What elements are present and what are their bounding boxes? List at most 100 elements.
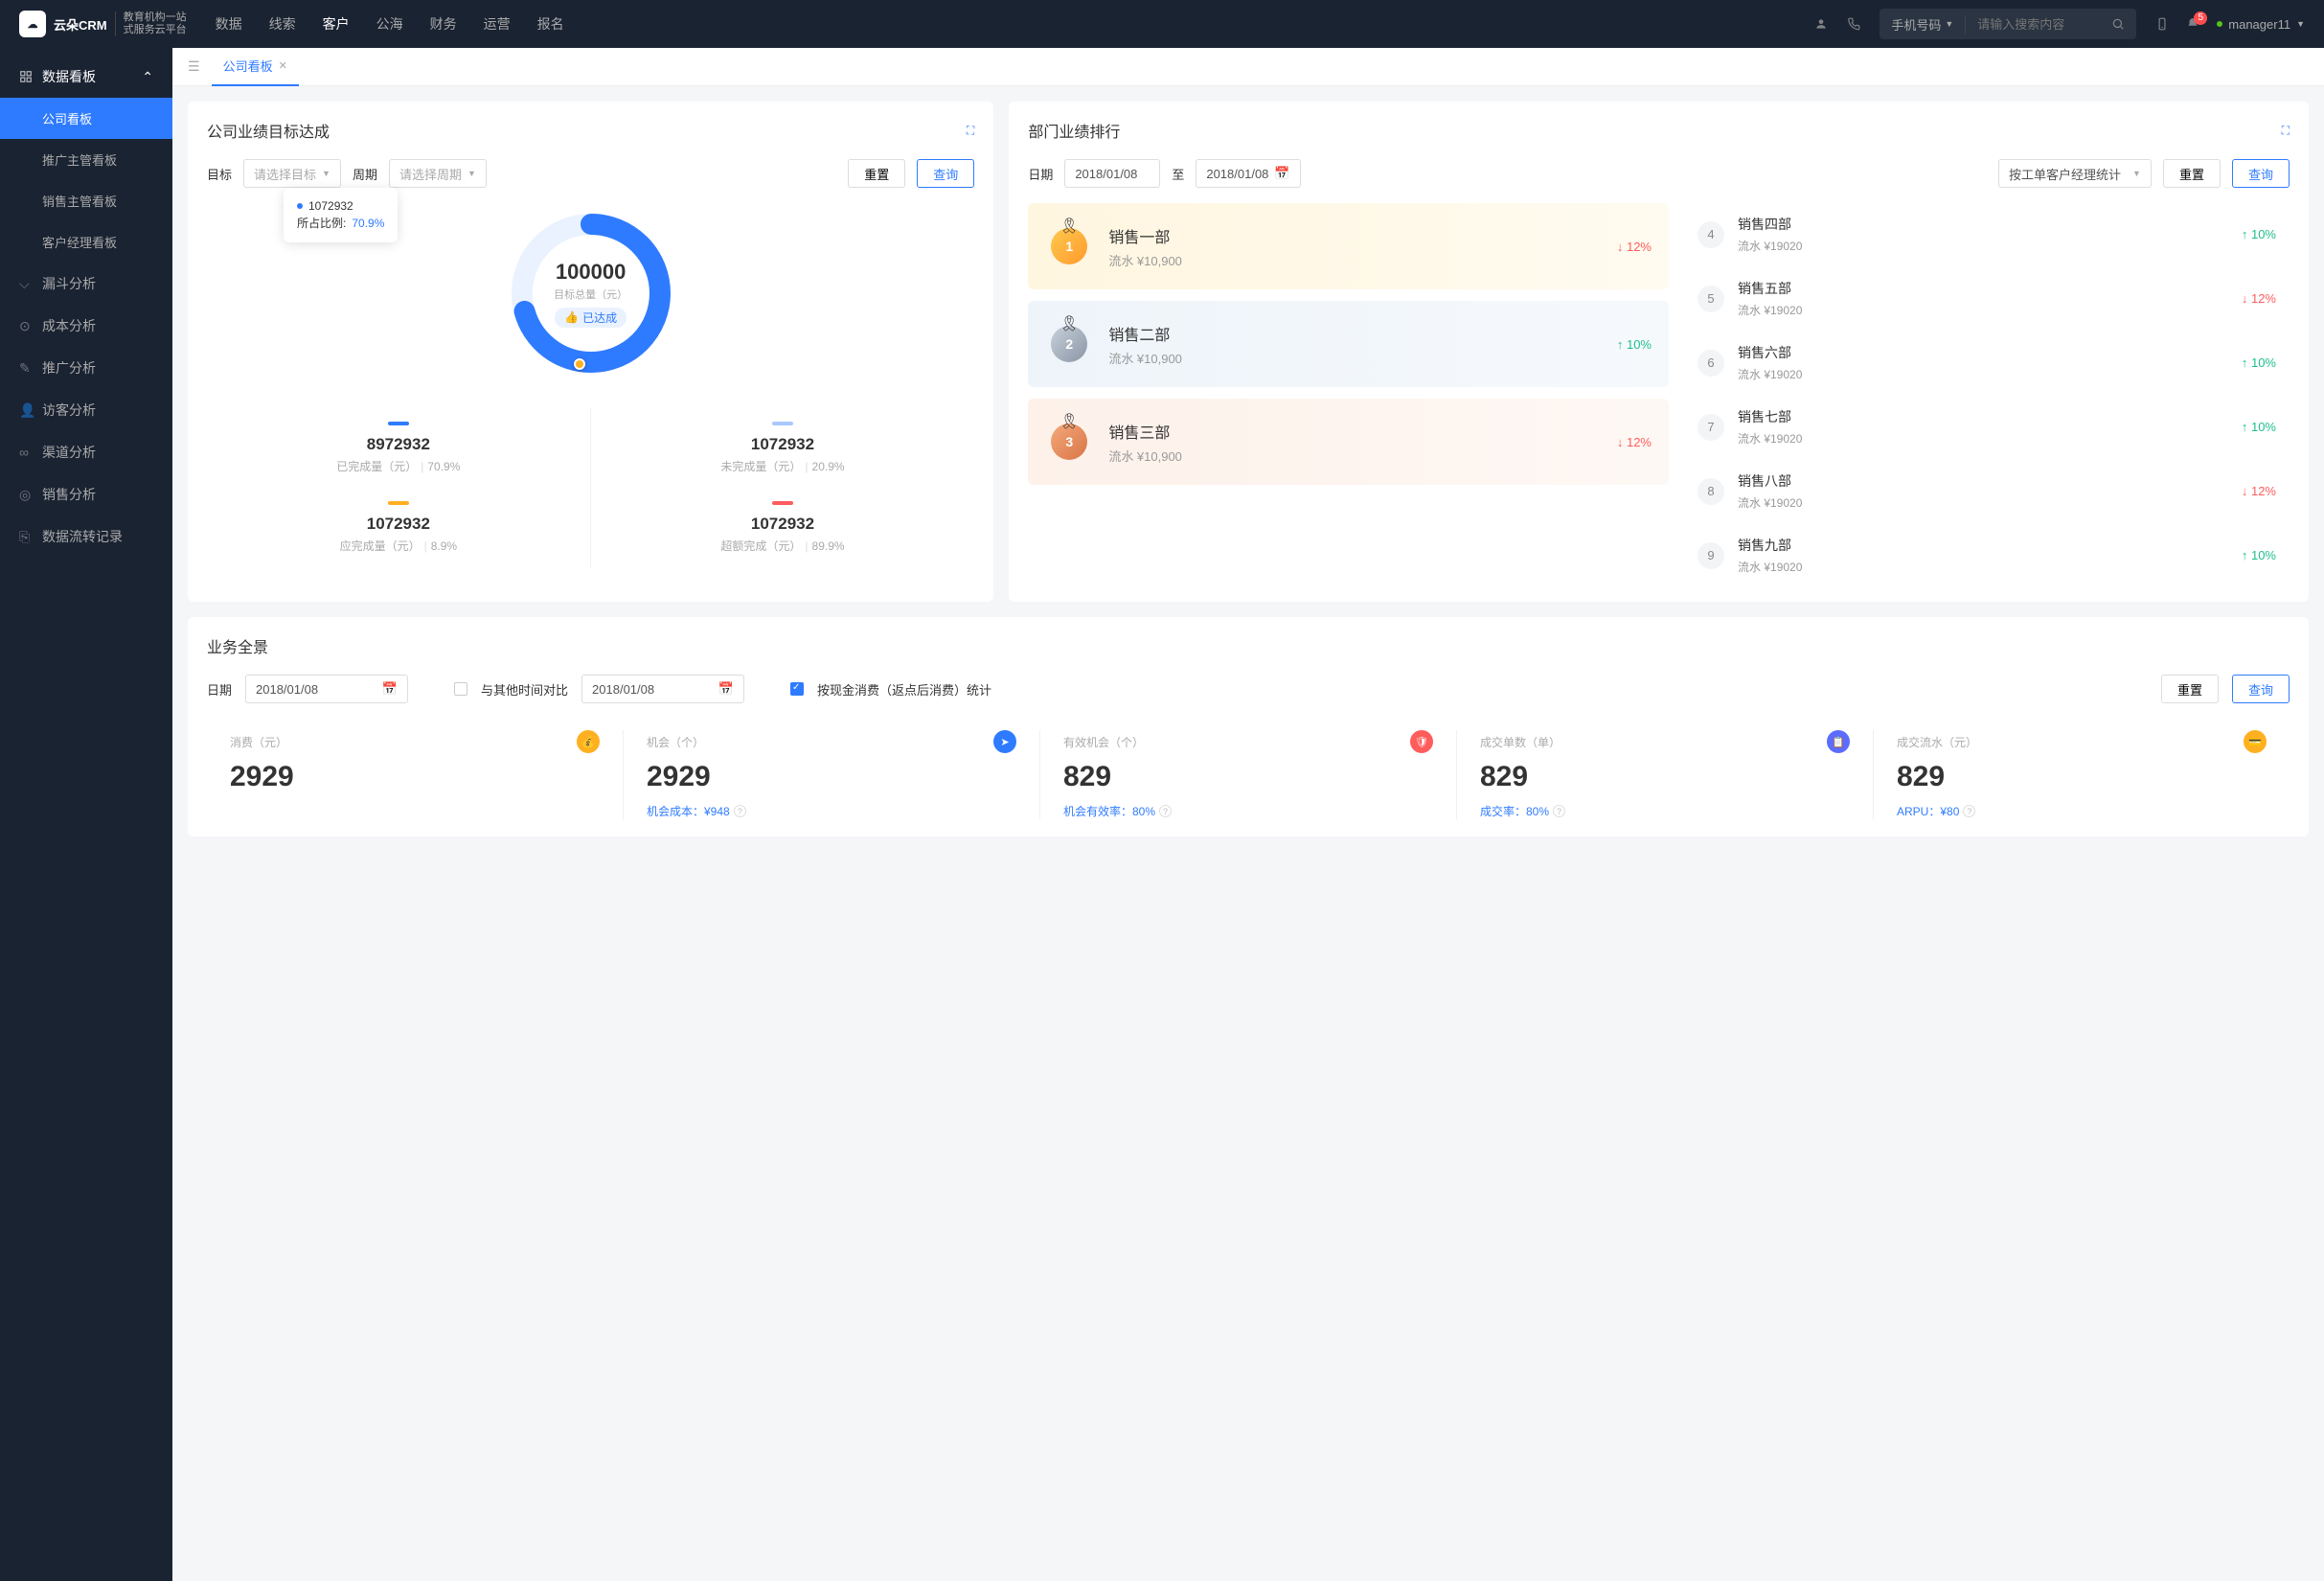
close-icon[interactable]: ✕: [279, 59, 287, 72]
reset-button[interactable]: 重置: [2161, 675, 2219, 703]
help-icon[interactable]: ?: [1553, 805, 1565, 817]
rank-list-item[interactable]: 7销售七部流水 ¥19020↑ 10%: [1684, 398, 2290, 456]
phone-icon[interactable]: [1847, 17, 1860, 31]
notification-icon[interactable]: 5: [2186, 17, 2199, 31]
rank-list-item[interactable]: 8销售八部流水 ¥19020↓ 12%: [1684, 462, 2290, 520]
sidebar-sub-item[interactable]: 客户经理看板: [0, 221, 172, 263]
help-icon[interactable]: ?: [734, 805, 746, 817]
rank-top-item[interactable]: 🎗3销售三部流水 ¥10,900↓ 12%: [1028, 399, 1669, 485]
rank-top-item[interactable]: 🎗2销售二部流水 ¥10,900↑ 10%: [1028, 301, 1669, 387]
rank-list-item[interactable]: 4销售四部流水 ¥19020↑ 10%: [1684, 205, 2290, 264]
rank-list-item[interactable]: 6销售六部流水 ¥19020↑ 10%: [1684, 333, 2290, 392]
main-area: ☰ 公司看板 ✕ 公司业绩目标达成 ⛶ 目标: [172, 48, 2324, 1581]
user-icon[interactable]: [1814, 17, 1828, 31]
topbar: ☁ 云朵CRM 教育机构一站 式服务云平台 数据 线索 客户 公海 财务 运营 报名 手机号…: [0, 0, 2324, 48]
metric-icon: 💰: [577, 730, 600, 753]
compare-checkbox[interactable]: [454, 682, 467, 696]
search-type-select[interactable]: 手机号码▼: [1880, 15, 1966, 34]
rank-top-item[interactable]: 🎗1销售一部流水 ¥10,900↓ 12%: [1028, 203, 1669, 289]
group-by-select[interactable]: 按工单客户经理统计▼: [1998, 159, 2152, 188]
rank-list-item[interactable]: 5销售五部流水 ¥19020↓ 12%: [1684, 269, 2290, 328]
medal-icon: 🎗3: [1045, 418, 1093, 466]
nav-item[interactable]: 客户: [323, 14, 350, 34]
metric-icon: 🛡: [1410, 730, 1433, 753]
donut-total: 100000: [556, 260, 626, 285]
metric-icon: 💳: [2244, 730, 2267, 753]
logo[interactable]: ☁ 云朵CRM 教育机构一站 式服务云平台: [19, 11, 187, 37]
date-input-2[interactable]: 2018/01/08📅: [581, 675, 744, 703]
metric-label: 成交单数（单）: [1480, 734, 1561, 750]
status-dot: [2217, 21, 2222, 27]
sidebar-item[interactable]: ∞渠道分析: [0, 431, 172, 473]
sidebar-item[interactable]: ⊙成本分析: [0, 305, 172, 347]
metric-icon: 📋: [1827, 730, 1850, 753]
nav-item[interactable]: 数据: [216, 14, 242, 34]
sidebar-sub-item[interactable]: 公司看板: [0, 98, 172, 139]
rank-number: 4: [1697, 221, 1724, 248]
sidebar-group-dashboard[interactable]: 数据看板 ⌃: [0, 56, 172, 98]
goal-card: 公司业绩目标达成 ⛶ 目标 请选择目标▼ 周期 请选择周期▼ 重置 查询: [188, 102, 993, 602]
sidebar-item[interactable]: ⌵漏斗分析: [0, 263, 172, 305]
metric-sub: 机会成本：¥948 ?: [647, 803, 1016, 819]
rank-change: ↑ 10%: [2242, 548, 2276, 562]
search-button[interactable]: [2100, 17, 2136, 31]
metric-value: 2929: [230, 761, 600, 793]
medal-icon: 🎗1: [1045, 222, 1093, 270]
expand-icon[interactable]: ⛶: [967, 124, 974, 138]
menu-toggle-icon[interactable]: ☰: [188, 58, 200, 75]
sidebar-icon: ✎: [19, 360, 33, 377]
mobile-icon[interactable]: [2155, 17, 2169, 31]
sidebar-sub-item[interactable]: 推广主管看板: [0, 139, 172, 180]
metric-item: 消费（元） 💰 2929: [207, 730, 623, 819]
logo-brand: 云朵CRM: [54, 15, 107, 34]
ranking-title: 部门业绩排行: [1028, 119, 1120, 142]
reset-button[interactable]: 重置: [848, 159, 905, 188]
date-from-input[interactable]: 2018/01/08: [1064, 159, 1160, 188]
sidebar-item[interactable]: ◎销售分析: [0, 473, 172, 516]
nav-item[interactable]: 财务: [430, 14, 457, 34]
metric-label: 消费（元）: [230, 734, 287, 750]
sidebar-icon: ⎘: [19, 529, 33, 545]
donut-badge: 👍 已达成: [555, 308, 627, 328]
expand-icon[interactable]: ⛶: [2282, 124, 2290, 138]
target-select[interactable]: 请选择目标▼: [243, 159, 341, 188]
sidebar-sub-item[interactable]: 销售主管看板: [0, 180, 172, 221]
sidebar-item[interactable]: ⎘数据流转记录: [0, 516, 172, 558]
cash-label: 按现金消费（返点后消费）统计: [817, 680, 991, 699]
sidebar-item[interactable]: 👤访客分析: [0, 389, 172, 431]
help-icon[interactable]: ?: [1159, 805, 1172, 817]
user-menu[interactable]: manager11 ▼: [2217, 17, 2305, 32]
help-icon[interactable]: ?: [1963, 805, 1975, 817]
tab-company-board[interactable]: 公司看板 ✕: [212, 48, 299, 86]
nav-item[interactable]: 公海: [376, 14, 403, 34]
query-button[interactable]: 查询: [917, 159, 974, 188]
sidebar-item[interactable]: ✎推广分析: [0, 347, 172, 389]
nav-item[interactable]: 报名: [537, 14, 564, 34]
query-button[interactable]: 查询: [2232, 675, 2290, 703]
date-input-1[interactable]: 2018/01/08📅: [245, 675, 408, 703]
date-separator: 至: [1172, 165, 1184, 183]
rank-number: 5: [1697, 286, 1724, 312]
sidebar-icon: 👤: [19, 402, 33, 419]
query-button[interactable]: 查询: [2232, 159, 2290, 188]
chevron-up-icon: ⌃: [142, 69, 153, 85]
sidebar-icon: ⊙: [19, 318, 33, 334]
cash-checkbox[interactable]: [790, 682, 804, 696]
search-input[interactable]: [1966, 17, 2100, 32]
metric-value: 2929: [647, 761, 1016, 793]
rank-list-item[interactable]: 9销售九部流水 ¥19020↑ 10%: [1684, 526, 2290, 584]
donut-chart: 100000 目标总量（元） 👍 已达成: [505, 207, 677, 379]
rank-number: 7: [1697, 414, 1724, 441]
period-select[interactable]: 请选择周期▼: [389, 159, 487, 188]
stat-item: 1072932超额完成（元）|89.9%: [591, 488, 975, 567]
reset-button[interactable]: 重置: [2163, 159, 2221, 188]
date-to-input[interactable]: 2018/01/08📅: [1196, 159, 1300, 188]
rank-number: 9: [1697, 542, 1724, 569]
nav-item[interactable]: 线索: [269, 14, 296, 34]
metric-sub: 成交率：80% ?: [1480, 803, 1850, 819]
metric-sub: ARPU：¥80 ?: [1897, 803, 2267, 819]
rank-change: ↑ 10%: [1617, 337, 1652, 352]
metric-value: 829: [1480, 761, 1850, 793]
label-target: 目标: [207, 165, 232, 183]
nav-item[interactable]: 运营: [484, 14, 511, 34]
